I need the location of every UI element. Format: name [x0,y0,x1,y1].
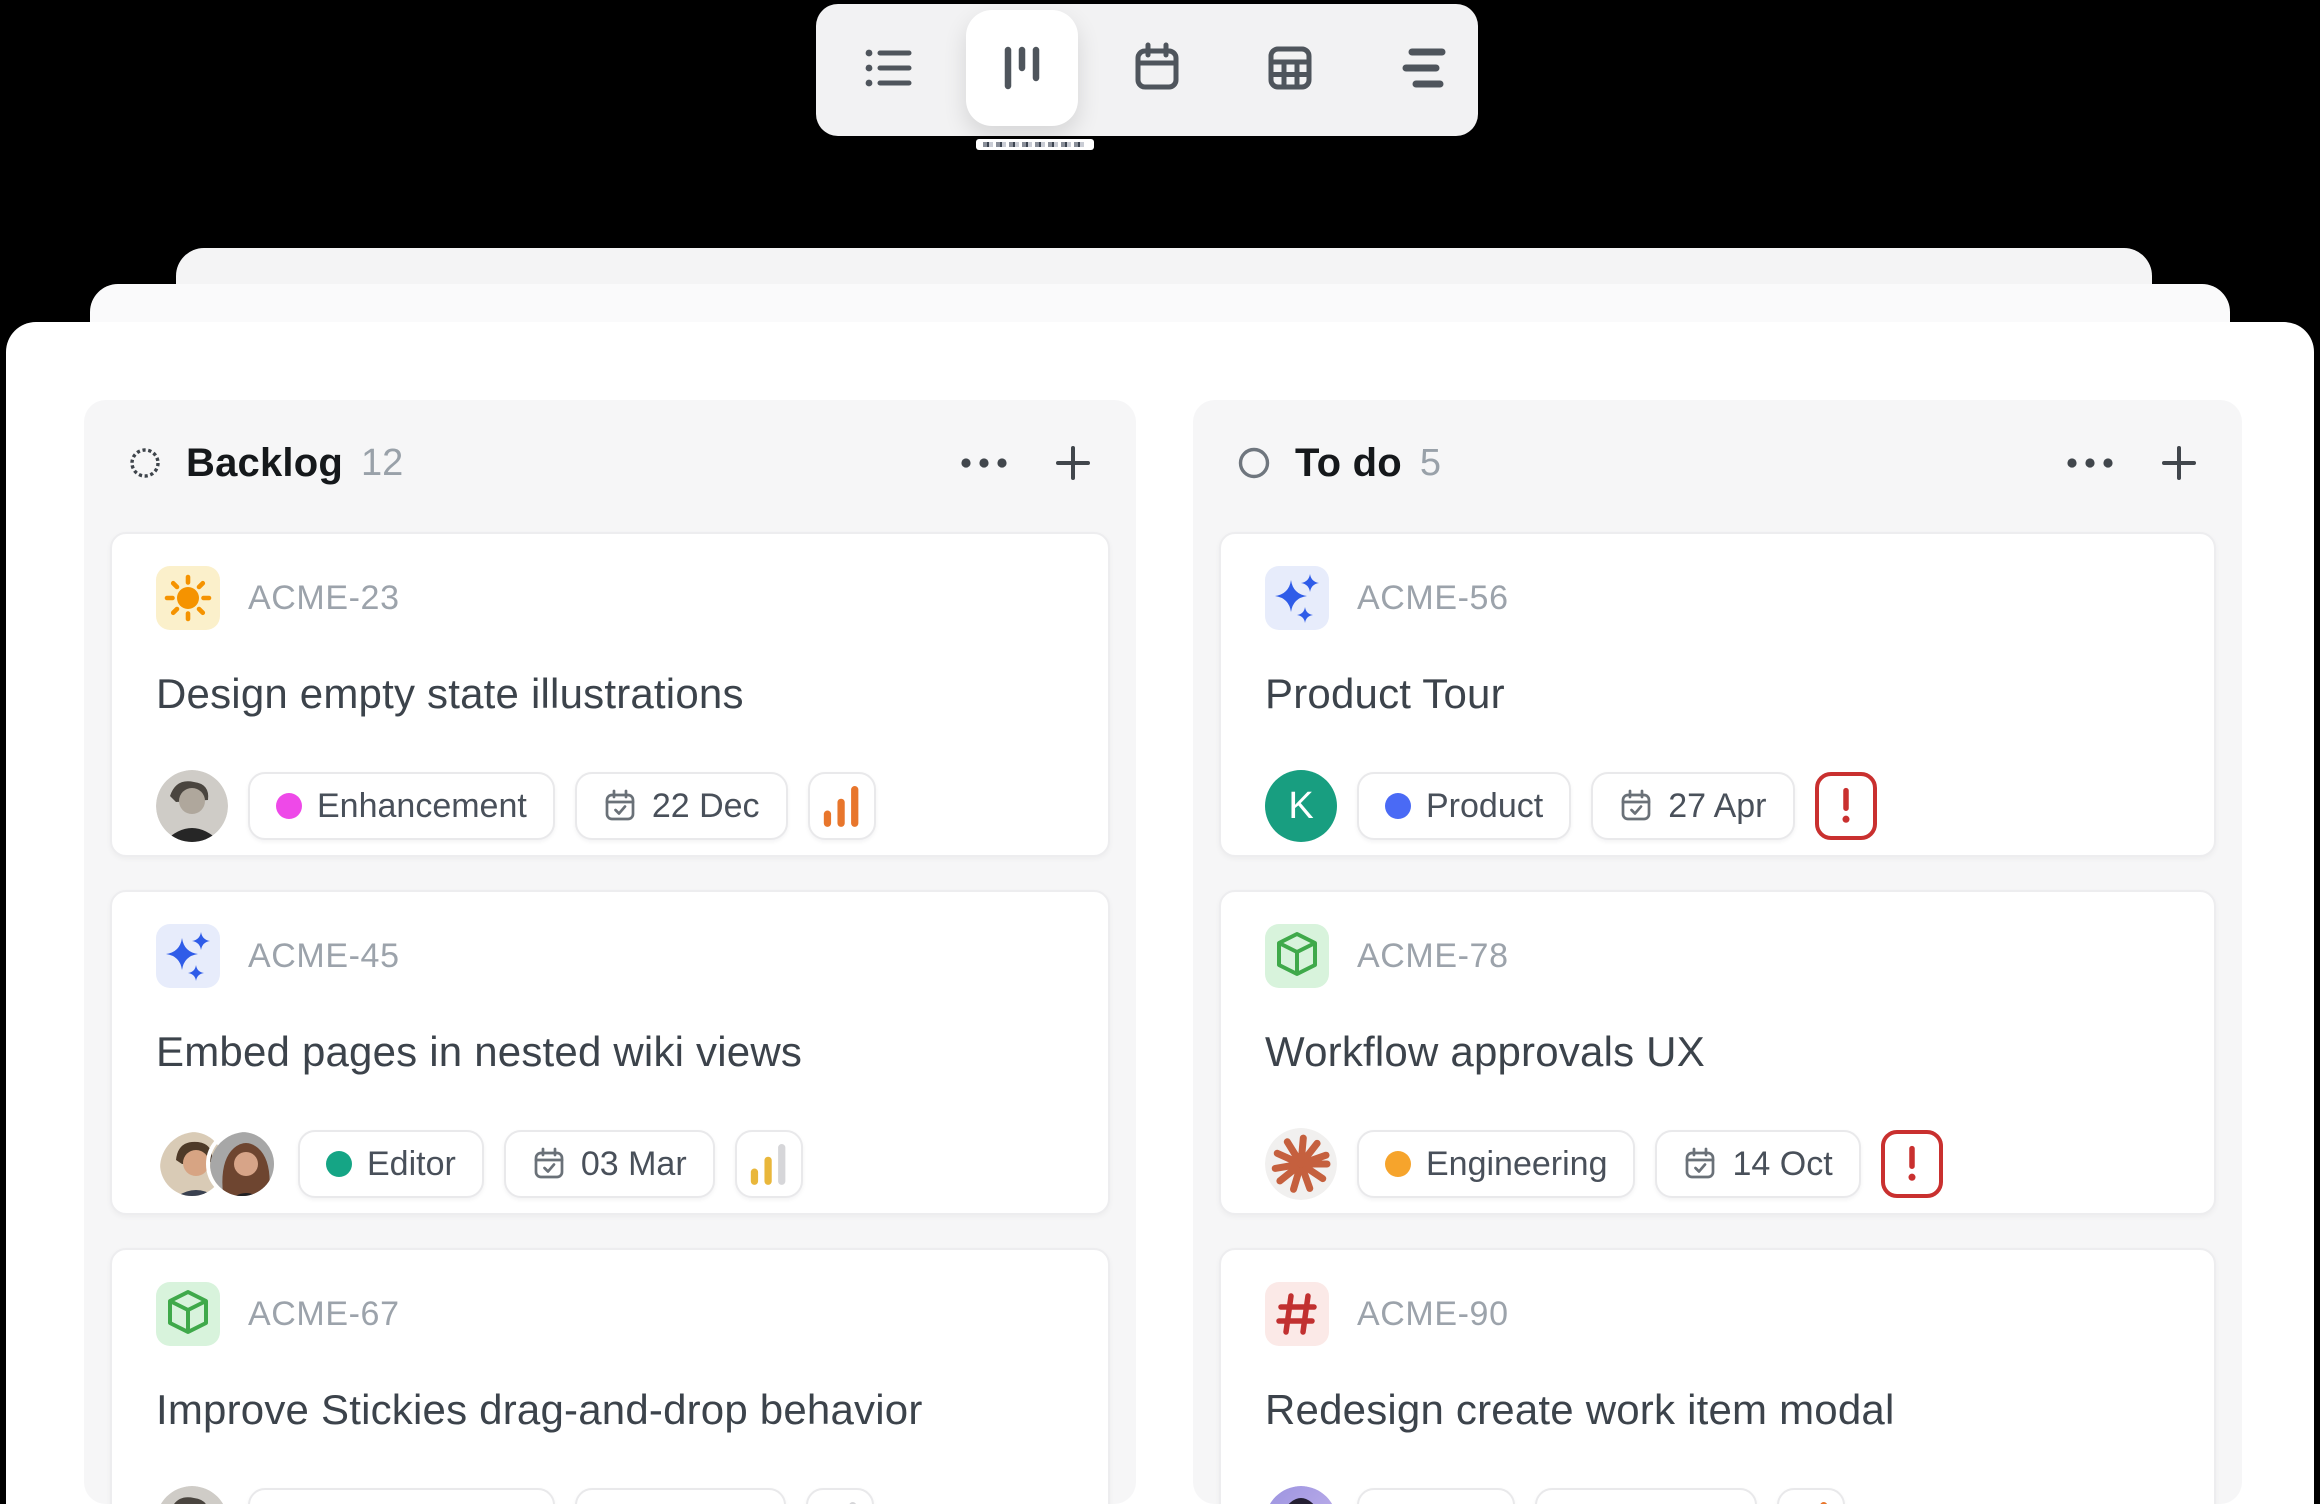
label-dot [276,793,302,819]
calendar-check-icon [1619,789,1653,823]
column-count: 12 [361,442,403,485]
column-title: To do [1295,441,1402,486]
priority-bars-icon[interactable] [808,772,876,840]
task-card[interactable]: ACME-67 Improve Stickies drag-and-drop b… [110,1248,1110,1504]
due-date-pill[interactable]: 03 Mar [504,1130,715,1198]
sparkles-icon [1265,566,1329,630]
table-icon[interactable] [1262,40,1318,96]
label-pill[interactable]: Bug [1357,1488,1515,1504]
task-title: Redesign create work item modal [1265,1386,2170,1434]
column-header: To do 5 [1193,400,2242,490]
circle-outline-icon [1237,446,1271,480]
label-text: Engineering [1426,1145,1607,1184]
assignee-avatar [206,1128,278,1200]
task-title: Design empty state illustrations [156,670,1064,718]
urgent-priority-icon[interactable] [1815,772,1877,840]
cube-icon [156,1282,220,1346]
task-title: Embed pages in nested wiki views [156,1028,1064,1076]
task-title: Improve Stickies drag-and-drop behavior [156,1386,1064,1434]
ellipsis-icon[interactable] [2066,457,2114,469]
due-date-text: 14 Oct [1732,1145,1832,1184]
task-title: Product Tour [1265,670,2170,718]
rows-icon[interactable] [1396,40,1452,96]
priority-bars-icon[interactable] [1777,1488,1845,1504]
assignee-avatar[interactable] [156,770,228,842]
column-todo: To do 5 [1193,400,2242,1504]
hash-icon [1265,1282,1329,1346]
due-date-pill[interactable]: 27 Apr [1591,772,1794,840]
label-pill[interactable]: Enhancement [248,772,555,840]
calendar-check-icon [532,1147,566,1181]
label-dot [1385,793,1411,819]
due-date-pill[interactable]: 22 Dec [575,772,788,840]
task-title: Workflow approvals UX [1265,1028,2170,1076]
sun-icon [156,566,220,630]
priority-bars-icon[interactable] [806,1488,874,1504]
calendar-check-icon [603,789,637,823]
assignee-avatar[interactable] [1265,1486,1337,1504]
starburst-logo-avatar[interactable] [1265,1128,1337,1200]
task-id: ACME-45 [248,937,400,976]
due-date-pill[interactable]: 30 Sept [1535,1488,1757,1504]
cube-icon [1265,924,1329,988]
column-count: 5 [1420,442,1441,485]
task-card[interactable]: ACME-23 Design empty state illustrations… [110,532,1110,857]
assignee-avatars[interactable] [156,1128,278,1200]
task-id: ACME-78 [1357,937,1509,976]
label-pill[interactable]: Enhancement [248,1488,555,1504]
task-id: ACME-90 [1357,1295,1509,1334]
assignee-avatar[interactable]: K [1265,770,1337,842]
task-card[interactable]: ACME-56 Product Tour K Product 27 Apr [1219,532,2216,857]
label-pill[interactable]: Editor [298,1130,484,1198]
task-id: ACME-67 [248,1295,400,1334]
due-date-text: 03 Mar [581,1145,687,1184]
label-pill[interactable]: Product [1357,772,1571,840]
due-date-text: 22 Dec [652,787,760,826]
task-card[interactable]: ACME-90 Redesign create work item modal [1219,1248,2216,1504]
board-icon[interactable] [966,10,1078,126]
board-view-tooltip [976,139,1094,150]
label-dot [326,1151,352,1177]
task-card[interactable]: ACME-45 Embed pages in nested wiki views [110,890,1110,1215]
list-icon[interactable] [861,40,917,96]
column-header: Backlog 12 [84,400,1136,490]
due-date-pill[interactable]: 14 Oct [1655,1130,1860,1198]
label-dot [1385,1151,1411,1177]
due-date-pill[interactable]: 18 Aug [575,1488,786,1504]
task-id: ACME-23 [248,579,400,618]
view-switcher-toolbar [816,4,1478,136]
ellipsis-icon[interactable] [960,457,1008,469]
calendar-icon[interactable] [1129,40,1185,96]
calendar-check-icon [1683,1147,1717,1181]
plus-icon[interactable] [1054,444,1092,482]
priority-bars-icon[interactable] [735,1130,803,1198]
due-date-text: 27 Apr [1668,787,1766,826]
sparkles-icon [156,924,220,988]
assignee-avatar[interactable] [156,1486,228,1504]
backlog-dashed-circle-icon [128,446,162,480]
app-screenshot: Backlog 12 [0,0,2320,1504]
column-title: Backlog [186,441,343,486]
label-text: Editor [367,1145,456,1184]
label-pill[interactable]: Engineering [1357,1130,1635,1198]
task-card[interactable]: ACME-78 Workflow approvals UX [1219,890,2216,1215]
column-backlog: Backlog 12 [84,400,1136,1504]
label-text: Product [1426,787,1543,826]
plus-icon[interactable] [2160,444,2198,482]
task-id: ACME-56 [1357,579,1509,618]
urgent-priority-icon[interactable] [1881,1130,1943,1198]
label-text: Enhancement [317,787,527,826]
